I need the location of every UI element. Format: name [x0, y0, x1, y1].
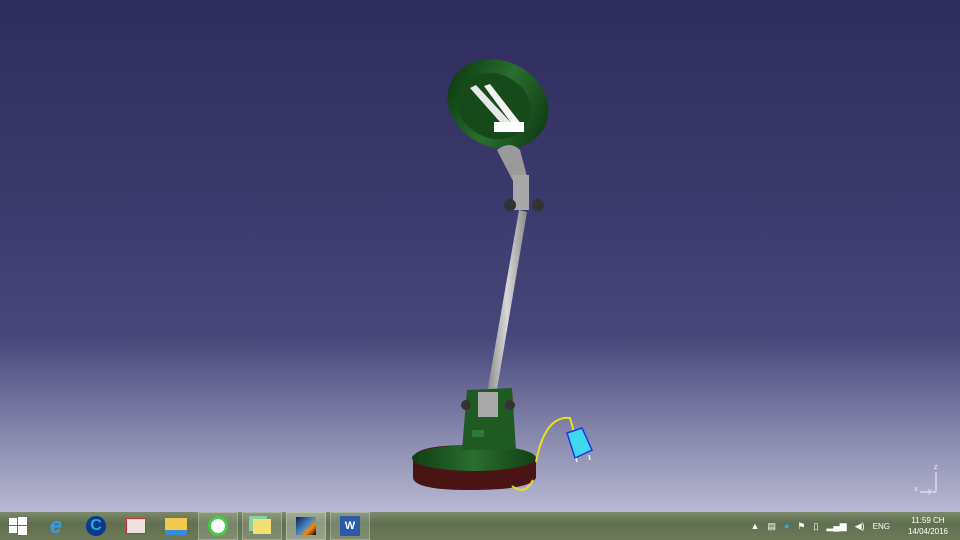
language-indicator[interactable]: ENG — [873, 522, 890, 531]
lamp-arm — [487, 210, 527, 395]
network-signal-icon[interactable]: ▂▄▆ — [826, 521, 846, 532]
taskbar-catia[interactable] — [286, 512, 326, 540]
lamp-joint-upper — [497, 145, 544, 211]
c-app-icon: C — [86, 516, 106, 536]
taskbar-ie[interactable]: e — [36, 512, 76, 540]
lamp-base — [412, 388, 536, 490]
clock-time: 11:59 CH — [911, 516, 945, 525]
show-hidden-icons-icon[interactable]: ▲ — [751, 521, 760, 531]
folder-icon — [165, 517, 187, 535]
unikey-icon — [126, 518, 146, 534]
coccoc-icon — [208, 516, 228, 536]
ie-icon: e — [49, 513, 63, 538]
tray-window-icon[interactable]: ▤ — [767, 521, 776, 532]
taskbar-word[interactable]: W — [330, 512, 370, 540]
taskbar-coccoc[interactable] — [198, 512, 238, 540]
taskbar-sticky-notes[interactable] — [242, 512, 282, 540]
notes-icon — [253, 518, 271, 534]
word-icon: W — [340, 516, 360, 536]
power-icon[interactable]: ▯ — [814, 521, 819, 532]
lamp-model[interactable] — [0, 0, 960, 512]
axis-x-label: x — [914, 486, 918, 493]
compass-axis[interactable]: z x y — [912, 464, 942, 496]
start-button[interactable] — [0, 512, 36, 540]
windows-logo-icon — [9, 517, 27, 535]
taskbar-unikey[interactable] — [116, 512, 156, 540]
axis-z-label: z — [934, 464, 938, 471]
taskbar-app-c[interactable]: C — [76, 512, 116, 540]
lamp-head — [447, 59, 549, 149]
clock-date: 14/04/2016 — [907, 527, 948, 536]
3d-viewport[interactable]: z x y — [0, 0, 960, 512]
action-center-flag-icon[interactable]: ⚑ — [797, 521, 805, 532]
system-tray: ▲ ▤ ● ⚑ ▯ ▂▄▆ ◀) ENG 11:59 CH 14/04/2016 — [751, 512, 960, 540]
tray-app-icon[interactable]: ● — [784, 521, 789, 531]
volume-icon[interactable]: ◀) — [855, 521, 865, 532]
axis-y-label: y — [928, 488, 932, 495]
clock[interactable]: 11:59 CH 14/04/2016 — [908, 515, 948, 537]
catia-icon — [296, 517, 316, 535]
taskbar-file-explorer[interactable] — [156, 512, 196, 540]
